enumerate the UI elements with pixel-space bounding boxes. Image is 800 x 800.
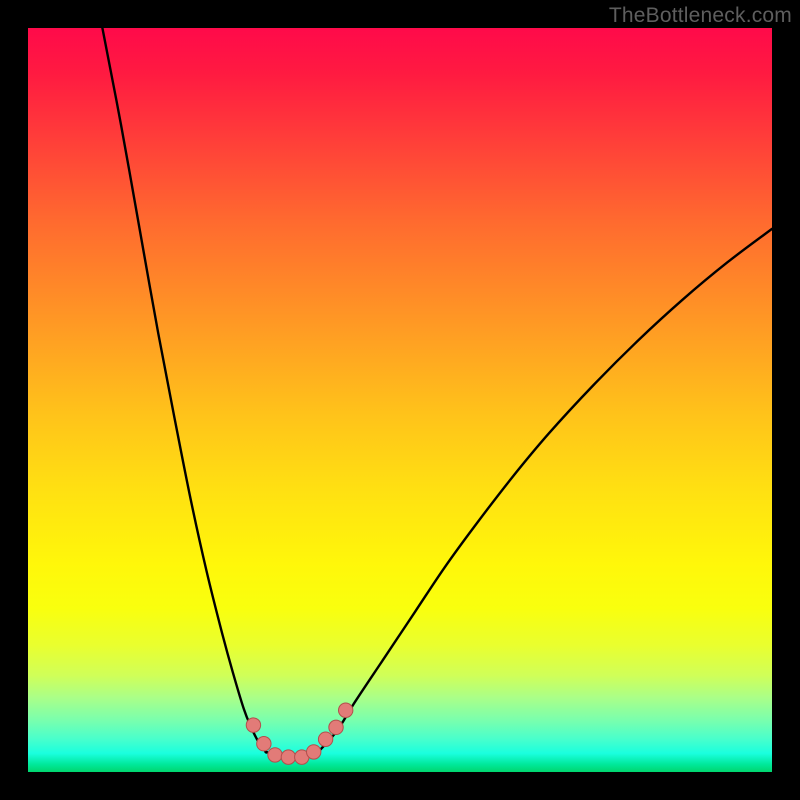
data-marker <box>268 748 282 762</box>
data-marker <box>329 720 343 734</box>
curve-layer <box>28 28 772 772</box>
bottleneck-curve <box>102 28 772 757</box>
data-marker <box>281 750 295 764</box>
plot-area <box>28 28 772 772</box>
data-marker <box>338 703 352 717</box>
data-marker <box>307 745 321 759</box>
data-marker <box>246 718 260 732</box>
watermark-text: TheBottleneck.com <box>609 4 792 28</box>
data-markers <box>246 703 353 764</box>
data-marker <box>318 732 332 746</box>
data-marker <box>257 737 271 751</box>
chart-stage: TheBottleneck.com <box>0 0 800 800</box>
